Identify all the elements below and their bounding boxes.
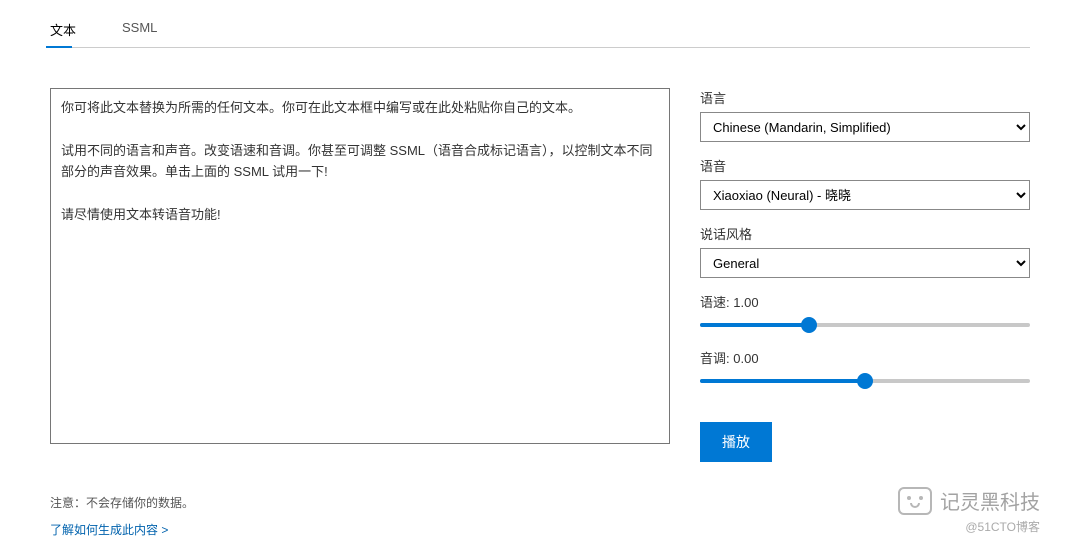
slider-fill: [700, 379, 865, 383]
play-button[interactable]: 播放: [700, 422, 772, 462]
voice-label: 语音: [700, 156, 1030, 175]
speed-label: 语速: 1.00: [700, 292, 1030, 311]
pitch-group: 音调: 0.00: [700, 348, 1030, 390]
tab-bar: 文本 SSML: [50, 12, 1030, 48]
slider-thumb[interactable]: [857, 373, 873, 389]
watermark-sub: @51CTO博客: [965, 518, 1040, 535]
speed-value: 1.00: [733, 295, 758, 310]
watermark: 记灵黑科技: [898, 486, 1040, 515]
storage-notice: 注意：不会存储你的数据。: [50, 494, 1030, 511]
slider-thumb[interactable]: [801, 317, 817, 333]
speed-label-text: 语速:: [700, 295, 730, 310]
slider-fill: [700, 323, 809, 327]
speed-slider[interactable]: [700, 316, 1030, 334]
style-group: 说话风格 General: [700, 224, 1030, 278]
pitch-label: 音调: 0.00: [700, 348, 1030, 367]
style-select[interactable]: General: [700, 248, 1030, 278]
pitch-slider[interactable]: [700, 372, 1030, 390]
tab-text[interactable]: 文本: [50, 12, 92, 47]
controls-panel: 语言 Chinese (Mandarin, Simplified) 语音 Xia…: [700, 88, 1030, 462]
main-panel: 语言 Chinese (Mandarin, Simplified) 语音 Xia…: [50, 88, 1030, 462]
voice-group: 语音 Xiaoxiao (Neural) - 晓晓: [700, 156, 1030, 210]
pitch-value: 0.00: [733, 351, 758, 366]
speed-group: 语速: 1.00: [700, 292, 1030, 334]
language-label: 语言: [700, 88, 1030, 107]
learn-more-link[interactable]: 了解如何生成此内容 >: [50, 521, 168, 538]
language-select[interactable]: Chinese (Mandarin, Simplified): [700, 112, 1030, 142]
tab-ssml[interactable]: SSML: [122, 12, 173, 47]
style-label: 说话风格: [700, 224, 1030, 243]
watermark-text: 记灵黑科技: [940, 486, 1040, 515]
text-panel: [50, 88, 670, 462]
language-group: 语言 Chinese (Mandarin, Simplified): [700, 88, 1030, 142]
voice-select[interactable]: Xiaoxiao (Neural) - 晓晓: [700, 180, 1030, 210]
watermark-icon: [898, 487, 932, 515]
pitch-label-text: 音调:: [700, 351, 730, 366]
text-input[interactable]: [50, 88, 670, 444]
